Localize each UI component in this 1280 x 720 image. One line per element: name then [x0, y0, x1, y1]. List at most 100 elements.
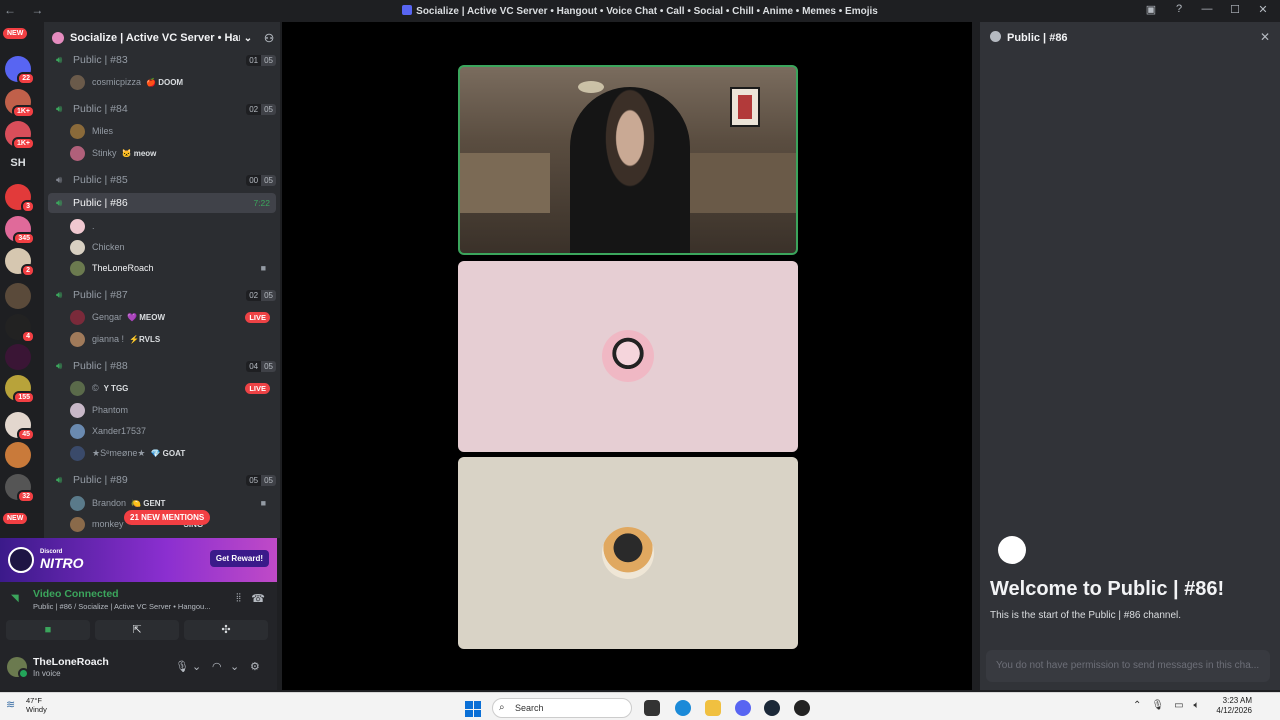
avatar [70, 402, 85, 418]
server-icon[interactable]: 32 [5, 474, 35, 503]
minimize-button[interactable]: — [1200, 3, 1214, 16]
get-reward-button[interactable]: Get Reward! [209, 550, 269, 567]
video-tile-camera[interactable] [458, 65, 798, 255]
speaker-icon: 🔊︎ [56, 174, 63, 186]
voice-member[interactable]: . [70, 217, 270, 235]
headphones-icon[interactable]: ◠ [212, 660, 222, 673]
title-bar: ← → Socialize | Active VC Server • Hango… [0, 0, 1280, 22]
voice-member[interactable]: cosmicpizza 🍎 DOOM [70, 73, 270, 91]
clock[interactable]: 3:23 AM 4/12/2026 [1212, 696, 1252, 716]
voice-channel[interactable]: 🔊︎ Public | #84 02 05 [48, 99, 276, 119]
server-icon[interactable] [5, 442, 31, 468]
video-tile-avatar[interactable] [458, 457, 798, 649]
voice-channel-active[interactable]: 🔊︎ Public | #86 7:22 [48, 193, 276, 213]
voice-member[interactable]: TheLoneRoach ■ [70, 259, 270, 277]
server-icon[interactable] [5, 283, 31, 309]
nitro-logo-icon [8, 547, 34, 573]
voice-member[interactable]: gianna ! ⚡RVLS [70, 330, 270, 348]
voice-member[interactable]: ★Sᵉmeøne★ 💎 GOAT [70, 444, 270, 462]
server-icon [52, 32, 64, 44]
voice-channel[interactable]: 🔊︎ Public | #88 04 05 [48, 356, 276, 376]
taskbar-search[interactable]: ⌕ Search [492, 698, 632, 718]
windows-taskbar: ≋ 47°F Windy ⌕ Search ⌃ 🎙︎ ▭ 🔈︎ 3:23 AM 4/12/2… [0, 692, 1280, 720]
microphone-icon[interactable]: 🎙︎ [175, 660, 189, 673]
speaker-icon: 🔊︎ [56, 360, 63, 372]
avatar [70, 123, 85, 139]
voice-member[interactable]: Miles [70, 122, 270, 140]
new-mentions-pill[interactable]: 21 NEW MENTIONS [124, 510, 211, 525]
voice-detail: Public | #86 / Socialize | Active VC Ser… [33, 602, 211, 611]
live-badge: LIVE [245, 382, 270, 394]
signal-icon[interactable]: ◥ [11, 593, 19, 604]
server-icon[interactable]: 2 [5, 248, 35, 277]
close-button[interactable]: ✕ [1256, 3, 1270, 16]
settings-gear-icon[interactable]: ⚙ [250, 660, 260, 673]
voice-status[interactable]: Video Connected [33, 588, 119, 600]
panel-channel-name: Public | #86 [1007, 32, 1068, 44]
activities-button[interactable]: ✣ [184, 620, 268, 640]
voice-member[interactable]: Phantom [70, 401, 270, 419]
chat-bubble-icon [990, 31, 1001, 42]
chevron-down-icon[interactable]: ⌄ [230, 660, 239, 673]
window-controls: ▣ ? — ☐ ✕ [1144, 3, 1270, 16]
chevron-down-icon[interactable]: ⌄ [192, 660, 201, 673]
server-initials[interactable]: SH [5, 150, 31, 176]
camera-icon: ■ [260, 498, 266, 508]
discord-taskbar-icon[interactable] [735, 700, 751, 716]
help-icon[interactable]: ? [1172, 3, 1186, 16]
voice-member[interactable]: Gengar 💜 MEOW LIVE [70, 308, 270, 326]
voice-channel[interactable]: 🔊︎ Public | #83 01 05 [48, 50, 276, 70]
voice-member[interactable]: © Y TGG LIVE [70, 379, 270, 397]
server-icon[interactable]: 155 [5, 375, 35, 404]
server-icon[interactable]: 1K+ [5, 121, 35, 150]
steam-icon[interactable] [764, 700, 780, 716]
server-icon[interactable] [5, 344, 31, 370]
welcome-title: Welcome to Public | #86! [990, 578, 1225, 600]
add-member-icon[interactable]: ⚇ [264, 32, 274, 45]
disconnect-icon[interactable]: ☎ [251, 592, 265, 605]
user-status: In voice [33, 669, 61, 678]
speaker-icon: 🔊︎ [56, 54, 63, 66]
voice-member[interactable]: Xander17537 [70, 422, 270, 440]
voice-channel[interactable]: 🔊︎ Public | #87 02 05 [48, 285, 276, 305]
edge-icon[interactable] [675, 700, 691, 716]
video-tile-avatar[interactable] [458, 261, 798, 452]
maximize-button[interactable]: ☐ [1228, 3, 1242, 16]
volume-icon: 🔈︎ [1193, 700, 1200, 711]
channel-sidebar: Socialize | Active VC Server • Han... ⌄ … [44, 22, 280, 538]
message-input[interactable]: You do not have permission to send messa… [986, 650, 1270, 682]
server-icon[interactable]: 45 [5, 412, 35, 441]
start-button[interactable] [465, 701, 481, 717]
voice-channel[interactable]: 🔊︎ Public | #85 00 05 [48, 170, 276, 190]
voice-member[interactable]: Chicken [70, 238, 270, 256]
weather-widget[interactable]: 47°F Windy [26, 696, 47, 714]
close-icon[interactable]: ✕ [1260, 30, 1270, 44]
voice-channel[interactable]: 🔊︎ Public | #89 05 05 [48, 470, 276, 490]
chat-panel: Public | #86 ✕ Welcome to Public | #86! … [980, 22, 1280, 690]
voice-member[interactable]: Stinky 🐱 meow [70, 144, 270, 162]
user-count: 02 05 [246, 103, 276, 115]
inbox-icon[interactable]: ▣ [1144, 3, 1158, 16]
server-icon[interactable]: 3 [5, 184, 35, 213]
obs-icon[interactable] [794, 700, 810, 716]
weather-icon[interactable]: ≋ [6, 698, 15, 711]
task-view-icon[interactable] [644, 700, 660, 716]
nitro-banner[interactable]: Discord NITRO Get Reward! [0, 538, 277, 582]
noise-suppression-icon[interactable]: ⦙⦙ [236, 592, 241, 605]
username[interactable]: TheLoneRoach [33, 656, 109, 668]
network-icon: ▭ [1174, 700, 1184, 711]
video-stage [282, 22, 972, 690]
system-tray[interactable]: ⌃ 🎙︎ ▭ 🔈︎ [1133, 700, 1200, 711]
avatar [70, 74, 85, 90]
file-explorer-icon[interactable] [705, 700, 721, 716]
avatar[interactable] [7, 657, 29, 679]
server-icon[interactable]: 345 [5, 216, 35, 245]
avatar [70, 260, 85, 276]
discord-icon [402, 5, 413, 15]
server-icon[interactable]: 22 [5, 56, 35, 85]
server-icon[interactable]: 1K+ [5, 89, 35, 118]
screen-share-button[interactable]: ⇱ [95, 620, 179, 640]
camera-button[interactable]: ■ [6, 620, 90, 640]
avatar [70, 380, 85, 396]
server-icon[interactable]: 4 [5, 314, 35, 343]
